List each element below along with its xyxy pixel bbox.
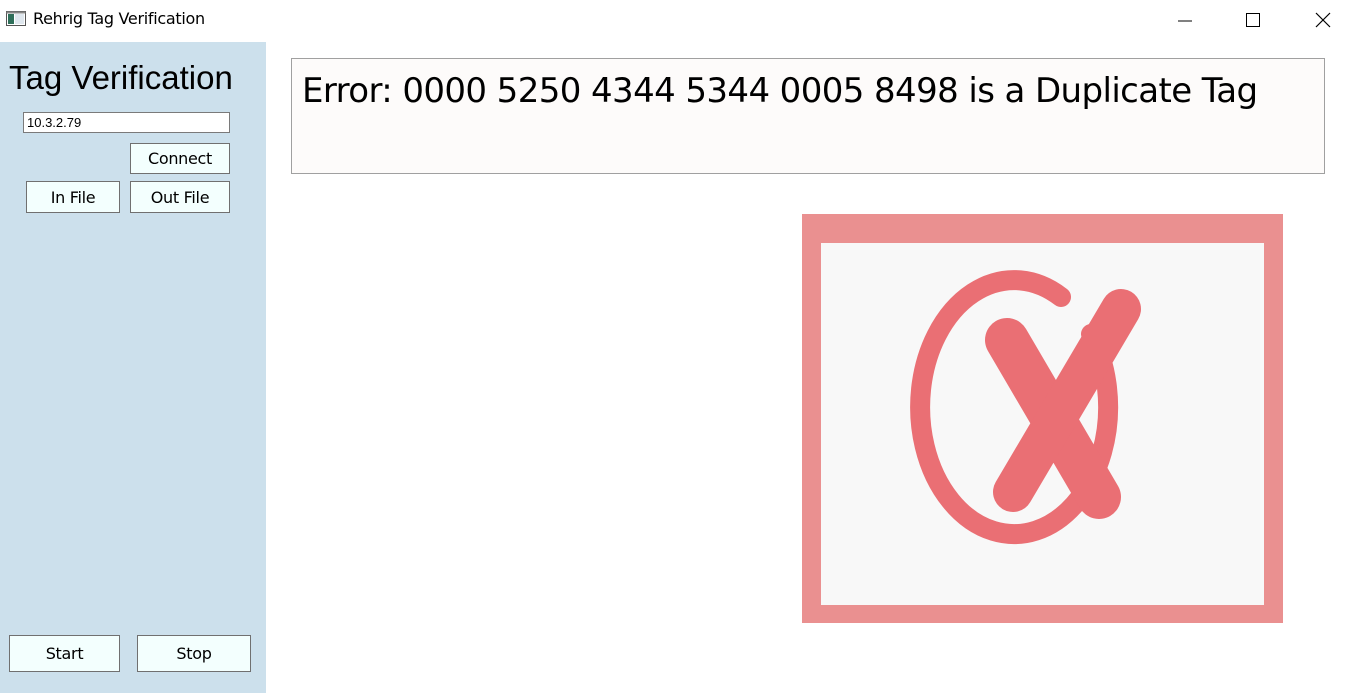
window-title: Rehrig Tag Verification <box>33 9 205 28</box>
maximize-icon <box>1246 13 1260 27</box>
app-icon <box>6 11 26 26</box>
sidebar: Tag Verification 10.3.2.79 Connect In Fi… <box>0 42 266 693</box>
out-file-button[interactable]: Out File <box>130 181 230 213</box>
in-file-button[interactable]: In File <box>26 181 120 213</box>
status-message-box: Error: 0000 5250 4344 5344 0005 8498 is … <box>291 58 1325 174</box>
sidebar-title: Tag Verification <box>9 59 233 96</box>
connect-button[interactable]: Connect <box>130 143 230 174</box>
minimize-button[interactable] <box>1155 0 1215 40</box>
stop-button[interactable]: Stop <box>137 635 251 672</box>
close-icon <box>1315 12 1331 28</box>
status-message: Error: 0000 5250 4344 5344 0005 8498 is … <box>302 71 1258 111</box>
title-bar: Rehrig Tag Verification <box>0 0 1355 40</box>
maximize-button[interactable] <box>1223 0 1283 40</box>
status-image <box>802 214 1283 623</box>
ip-address-input[interactable]: 10.3.2.79 <box>23 112 230 133</box>
start-button[interactable]: Start <box>9 635 120 672</box>
minimize-icon <box>1178 20 1192 22</box>
close-button[interactable] <box>1293 0 1353 40</box>
error-x-circle-icon <box>910 270 1141 545</box>
